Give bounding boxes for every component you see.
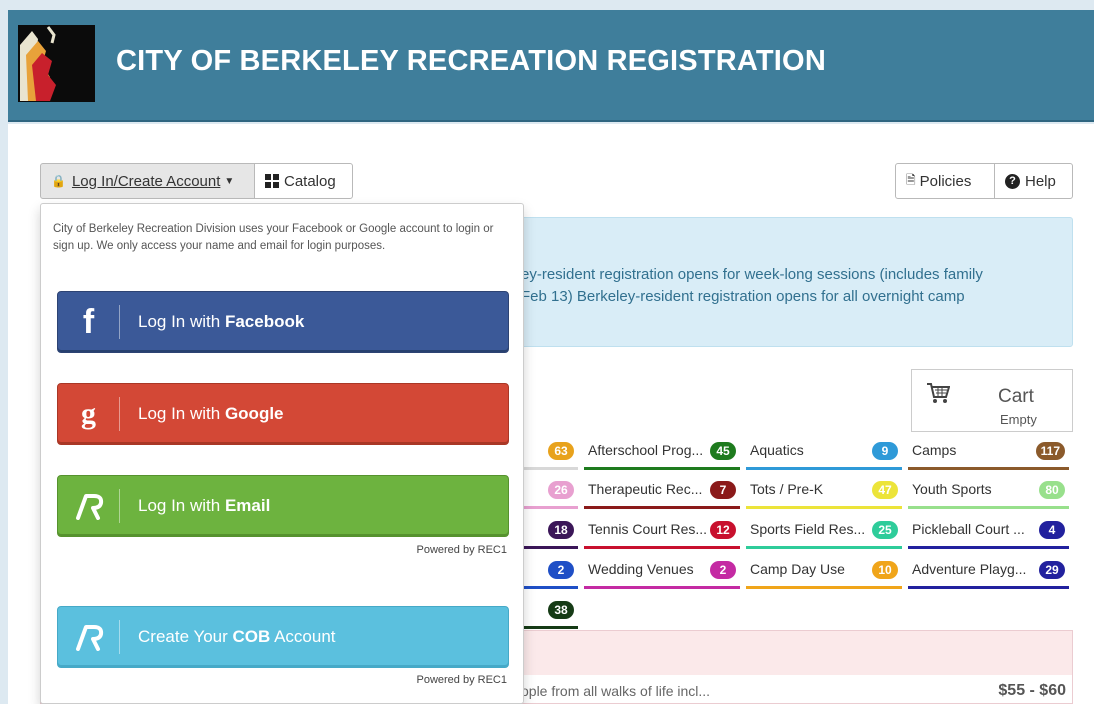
login-dropdown: City of Berkeley Recreation Division use… [40, 203, 524, 704]
category-count-badge: 47 [872, 481, 898, 499]
category-count-badge: 26 [548, 481, 574, 499]
login-facebook-button[interactable]: f Log In with Facebook [57, 291, 509, 353]
category-name: Afterschool Prog... [588, 442, 704, 458]
google-icon: g [58, 397, 120, 431]
category-count-badge: 45 [710, 442, 736, 460]
category-name: Wedding Venues [588, 561, 694, 577]
login-intro-text: City of Berkeley Recreation Division use… [53, 223, 494, 252]
login-google-button[interactable]: g Log In with Google [57, 383, 509, 445]
category-name: Tots / Pre-K [750, 481, 824, 497]
cart-status: Empty [1000, 412, 1037, 427]
category-name: Adventure Playg... [912, 561, 1027, 577]
category-tile[interactable]: Pickleball Court ... 4 [908, 511, 1069, 549]
cart-icon [926, 382, 951, 410]
policies-button[interactable]: 🗎 Policies [895, 163, 995, 199]
cart-label: Cart [998, 386, 1034, 407]
category-count-badge: 2 [548, 561, 574, 579]
category-tile[interactable]: Camps 117 [908, 432, 1069, 470]
listing-description: ople from all walks of life incl... [521, 683, 711, 699]
category-name: Sports Field Res... [750, 521, 866, 537]
create-account-button-label: Create Your COB Account [138, 627, 336, 646]
help-label: Help [1025, 172, 1056, 190]
category-tile[interactable]: Wedding Venues 2 [584, 551, 740, 589]
category-tile[interactable]: Therapeutic Rec... 7 [584, 471, 740, 509]
category-count-badge: 29 [1039, 561, 1065, 579]
create-cob-account-button[interactable]: Create Your COB Account [57, 606, 509, 668]
category-count-badge: 63 [548, 442, 574, 460]
category-count-badge: 38 [548, 601, 574, 619]
category-count-badge: 9 [872, 442, 898, 460]
catalog-label: Catalog [284, 172, 336, 190]
category-name: Camps [912, 442, 957, 458]
policies-label: Policies [919, 172, 972, 190]
category-count-badge: 10 [872, 561, 898, 579]
berkeley-logo [18, 25, 95, 102]
rec1-icon [58, 489, 120, 523]
category-tile[interactable]: Tots / Pre-K 47 [746, 471, 902, 509]
powered-by-rec1: Powered by REC1 [416, 674, 508, 686]
listing-price: $55 - $60 [998, 682, 1066, 699]
category-name: Pickleball Court ... [912, 521, 1025, 537]
category-count-badge: 12 [710, 521, 736, 539]
alert-line: Feb 13) Berkeley-resident registration o… [521, 288, 965, 305]
category-name: Tennis Court Res... [588, 521, 708, 537]
login-create-account-button[interactable]: 🔒 Log In/Create Account ▼ [40, 163, 255, 199]
category-name: Aquatics [750, 442, 804, 458]
category-count-badge: 25 [872, 521, 898, 539]
category-tile[interactable]: Aquatics 9 [746, 432, 902, 470]
policies-icon: 🗎 [906, 172, 916, 187]
caret-down-icon: ▼ [224, 175, 235, 187]
question-circle-icon: ? [1005, 173, 1020, 189]
powered-by-rec1: Powered by REC1 [416, 544, 508, 556]
category-tile[interactable]: Camp Day Use 10 [746, 551, 902, 589]
rec1-icon [58, 620, 120, 654]
help-button[interactable]: ? Help [994, 163, 1073, 199]
category-count-badge: 18 [548, 521, 574, 539]
login-email-button[interactable]: Log In with Email [57, 475, 509, 537]
category-tile[interactable]: Youth Sports 80 [908, 471, 1069, 509]
category-tile[interactable]: Sports Field Res... 25 [746, 511, 902, 549]
page-title: CITY OF BERKELEY RECREATION REGISTRATION [116, 45, 826, 77]
facebook-icon: f [58, 303, 120, 341]
site-header: CITY OF BERKELEY RECREATION REGISTRATION [8, 10, 1094, 122]
catalog-button[interactable]: Catalog [254, 163, 353, 199]
grid-icon [265, 174, 279, 188]
category-name: Therapeutic Rec... [588, 481, 703, 497]
category-count-badge: 4 [1039, 521, 1065, 539]
lock-icon: 🔒 [51, 174, 66, 188]
category-tile[interactable]: Afterschool Prog... 45 [584, 432, 740, 470]
cart-box[interactable]: Cart Empty [911, 369, 1073, 432]
facebook-button-label: Log In with Facebook [138, 312, 305, 331]
category-count-badge: 2 [710, 561, 736, 579]
category-name: Youth Sports [912, 481, 992, 497]
category-count-badge: 80 [1039, 481, 1065, 499]
google-button-label: Log In with Google [138, 404, 284, 423]
category-tile[interactable]: Tennis Court Res... 12 [584, 511, 740, 549]
category-name: Camp Day Use [750, 561, 845, 577]
category-count-badge: 7 [710, 481, 736, 499]
alert-line: ey-resident registration opens for week-… [521, 266, 983, 283]
category-tile[interactable]: Adventure Playg... 29 [908, 551, 1069, 589]
category-count-badge: 117 [1035, 442, 1065, 460]
login-button-label: Log In/Create Account [71, 172, 221, 190]
email-button-label: Log In with Email [138, 496, 271, 515]
